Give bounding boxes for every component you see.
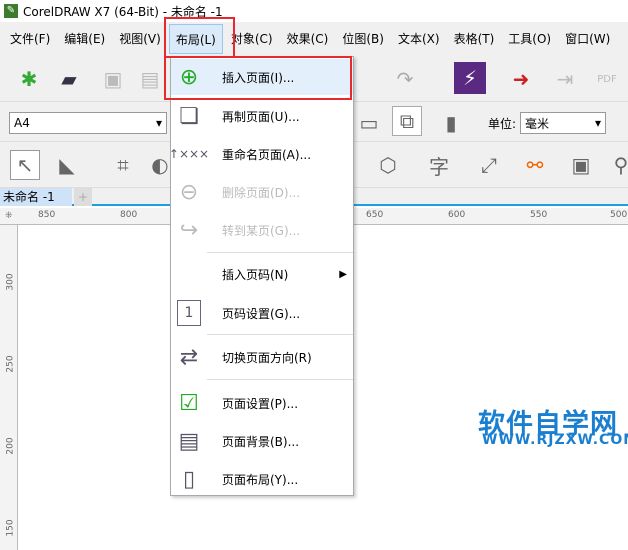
crop-tool-icon[interactable]: ⌗ bbox=[108, 150, 138, 180]
all-pages-icon[interactable]: ⧉ bbox=[392, 106, 422, 136]
delete-page-icon: ⊖ bbox=[179, 179, 199, 205]
export-icon[interactable]: ⇥ bbox=[550, 64, 580, 94]
menu-item-label: 页面布局(Y)... bbox=[222, 472, 299, 487]
ruler-label: 500 bbox=[610, 210, 628, 220]
menu-item-goto-page[interactable]: ↪ 转到某页(G)... bbox=[171, 212, 353, 248]
menu-effects[interactable]: 效果(C) bbox=[281, 24, 335, 54]
ruler-label: 550 bbox=[530, 210, 548, 220]
title-bar: ✎ CorelDRAW X7 (64-Bit) - 未命名 -1 bbox=[0, 0, 628, 22]
text-tool-icon[interactable]: 字 bbox=[424, 150, 454, 180]
menu-bitmap[interactable]: 位图(B) bbox=[336, 24, 390, 54]
ruler-label: 650 bbox=[366, 210, 384, 220]
menu-text[interactable]: 文本(X) bbox=[392, 24, 446, 54]
import-icon[interactable]: ➜ bbox=[506, 64, 536, 94]
save-icon[interactable]: ▣ bbox=[98, 64, 128, 94]
document-tab[interactable]: 未命名 -1 bbox=[0, 188, 72, 206]
unit-select[interactable]: 毫米 ▾ bbox=[520, 112, 606, 134]
menu-item-page-setup[interactable]: ☑ 页面设置(P)... bbox=[171, 385, 353, 421]
submenu-arrow-icon: ▶ bbox=[339, 268, 347, 280]
menu-item-page-background[interactable]: ▤ 页面背景(B)... bbox=[171, 423, 353, 459]
menu-table[interactable]: 表格(T) bbox=[448, 24, 501, 54]
menu-item-label: 删除页面(D)... bbox=[222, 185, 301, 200]
menu-window[interactable]: 窗口(W) bbox=[559, 24, 616, 54]
page-size-value: A4 bbox=[14, 116, 30, 130]
menu-separator bbox=[207, 252, 353, 253]
page-number-settings-icon: 1 bbox=[177, 300, 201, 326]
menu-item-label: 切换页面方向(R) bbox=[222, 350, 312, 365]
drop-shadow-tool-icon[interactable]: ▣ bbox=[566, 150, 596, 180]
ruler-origin-icon[interactable]: ⁜ bbox=[5, 211, 13, 221]
dimension-tool-icon[interactable]: ⤢ bbox=[474, 150, 504, 180]
page-size-select[interactable]: A4 ▾ bbox=[9, 112, 167, 134]
ruler-label: 850 bbox=[38, 210, 56, 220]
eyedropper-tool-icon[interactable]: ⚲ bbox=[606, 150, 628, 180]
rename-page-icon: ↑××× bbox=[168, 147, 210, 161]
duplicate-page-icon: ❏ bbox=[179, 103, 199, 129]
unit-value: 毫米 bbox=[525, 116, 550, 131]
goto-page-icon: ↪ bbox=[179, 217, 199, 243]
menu-bar: 文件(F) 编辑(E) 视图(V) 布局(L) 对象(C) 效果(C) 位图(B… bbox=[0, 22, 628, 56]
menu-separator bbox=[207, 334, 353, 335]
menu-separator bbox=[207, 379, 353, 380]
menu-item-label: 插入页码(N) bbox=[222, 267, 289, 282]
menu-view[interactable]: 视图(V) bbox=[113, 24, 167, 54]
polygon-tool-icon[interactable]: ⬡ bbox=[373, 150, 403, 180]
page-background-icon: ▤ bbox=[178, 428, 200, 454]
coreldraw-logo-icon: ✎ bbox=[4, 4, 18, 18]
ruler-label: 200 bbox=[5, 437, 16, 455]
chevron-down-icon: ▾ bbox=[594, 116, 601, 130]
landscape-icon[interactable]: ▭ bbox=[354, 108, 384, 138]
export-pdf-icon[interactable]: PDF bbox=[592, 64, 622, 94]
menu-item-delete-page[interactable]: ⊖ 删除页面(D)... bbox=[171, 174, 353, 210]
open-icon[interactable]: ▰ bbox=[54, 64, 84, 94]
menu-tools[interactable]: 工具(O) bbox=[502, 24, 557, 54]
menu-file[interactable]: 文件(F) bbox=[4, 24, 56, 54]
shape-tool-icon[interactable]: ◣ bbox=[52, 150, 82, 180]
new-document-icon[interactable]: ✱ bbox=[14, 64, 44, 94]
page-layout-icon: ▯ bbox=[182, 466, 196, 492]
menu-item-page-layout[interactable]: ▯ 页面布局(Y)... bbox=[171, 461, 353, 497]
menu-item-label: 页面设置(P)... bbox=[222, 396, 299, 411]
ruler-label: 250 bbox=[5, 355, 16, 373]
ruler-label: 300 bbox=[5, 273, 16, 291]
ruler-label: 800 bbox=[120, 210, 138, 220]
add-tab-button[interactable]: + bbox=[74, 188, 92, 206]
pick-tool-icon[interactable]: ↖ bbox=[10, 150, 40, 180]
vertical-ruler[interactable]: 300 250 200 150 bbox=[0, 225, 18, 550]
menu-item-label: 转到某页(G)... bbox=[222, 223, 301, 238]
unit-label: 单位: bbox=[488, 117, 517, 131]
menu-item-page-number-settings[interactable]: 1 页码设置(G)... bbox=[171, 295, 353, 331]
menu-item-label: 页码设置(G)... bbox=[222, 306, 301, 321]
menu-item-switch-orientation[interactable]: ⇄ 切换页面方向(R) bbox=[171, 339, 353, 375]
menu-item-label: 页面背景(B)... bbox=[222, 434, 300, 449]
redo-icon[interactable]: ↷ bbox=[390, 64, 420, 94]
current-page-icon[interactable]: ▮ bbox=[436, 108, 466, 138]
corel-connect-icon[interactable]: ⚡ bbox=[454, 62, 486, 94]
page-setup-icon: ☑ bbox=[179, 390, 199, 416]
watermark-url: WWW.RJZXW.COM bbox=[482, 432, 628, 448]
menu-item-duplicate-page[interactable]: ❏ 再制页面(U)... bbox=[171, 98, 353, 134]
chevron-down-icon: ▾ bbox=[155, 116, 162, 130]
layout-menu-dropdown: ⊕ 插入页面(I)... ❏ 再制页面(U)... ↑××× 重命名页面(A)... … bbox=[168, 56, 354, 497]
menu-item-label: 重命名页面(A)... bbox=[222, 147, 312, 162]
menu-item-rename-page[interactable]: ↑××× 重命名页面(A)... bbox=[168, 136, 353, 172]
menu-item-insert-page-number[interactable]: 插入页码(N) ▶ bbox=[171, 256, 353, 292]
highlight-box-insert-page bbox=[164, 56, 352, 100]
ruler-label: 150 bbox=[5, 519, 16, 537]
ruler-label: 600 bbox=[448, 210, 466, 220]
print-icon[interactable]: ▤ bbox=[135, 64, 165, 94]
menu-item-label: 再制页面(U)... bbox=[222, 109, 300, 124]
switch-orientation-icon: ⇄ bbox=[179, 344, 199, 370]
highlight-box-menu bbox=[164, 17, 235, 59]
menu-edit[interactable]: 编辑(E) bbox=[58, 24, 111, 54]
connector-tool-icon[interactable]: ⚯ bbox=[520, 150, 550, 180]
